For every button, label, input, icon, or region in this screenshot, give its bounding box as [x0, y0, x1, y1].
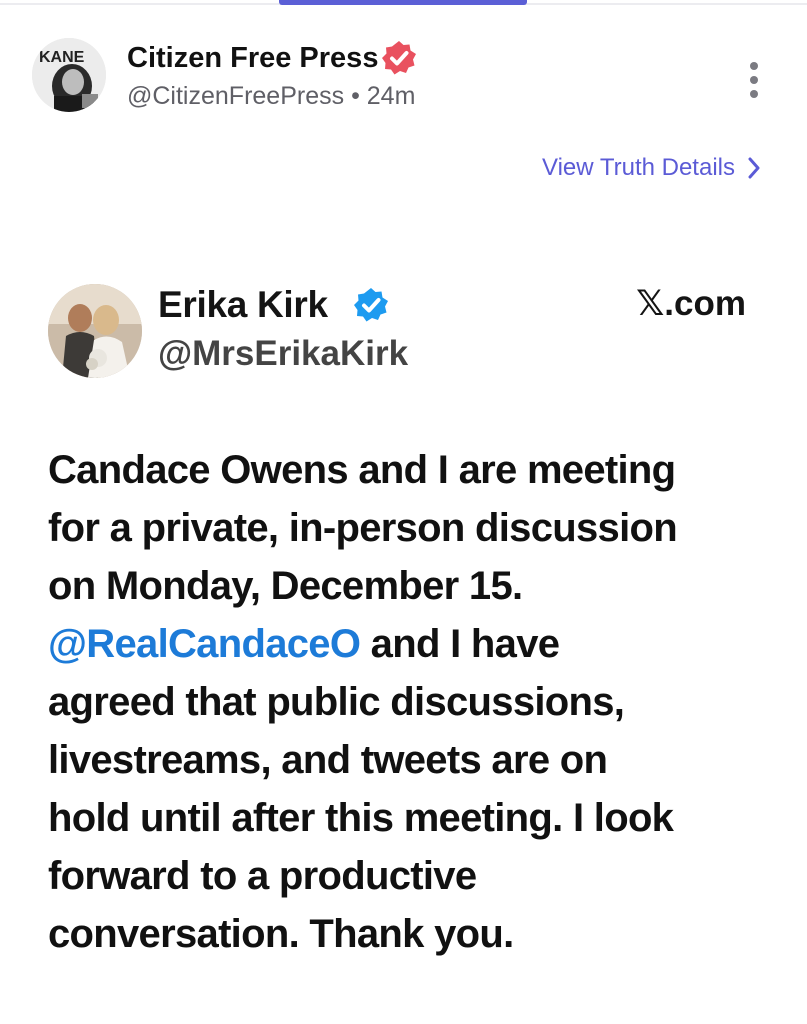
verified-badge-icon	[382, 41, 416, 75]
couple-photo-avatar-icon	[48, 284, 142, 378]
chevron-right-icon	[748, 157, 760, 179]
embed-author-name[interactable]: Erika Kirk	[158, 284, 328, 326]
author-name[interactable]: Citizen Free Press	[127, 42, 378, 75]
text-line: @RealCandaceO and I have	[48, 615, 763, 673]
author-handle[interactable]: @CitizenFreePress	[127, 82, 344, 110]
view-truth-details-link[interactable]: View Truth Details	[542, 154, 761, 182]
svg-text:KANE: KANE	[39, 49, 85, 66]
text-line: agreed that public discussions,	[48, 680, 625, 724]
details-link-label: View Truth Details	[542, 154, 735, 181]
text-line: livestreams, and tweets are on	[48, 738, 608, 782]
text-line: forward to a productive	[48, 854, 477, 898]
embed-author-avatar[interactable]	[48, 284, 142, 378]
post-time: 24m	[366, 82, 416, 110]
embed-author-handle[interactable]: @MrsErikaKirk	[158, 334, 408, 374]
text-line: Candace Owens and I are meeting	[48, 448, 676, 492]
author-avatar[interactable]: KANE	[32, 38, 106, 112]
more-vertical-icon	[750, 62, 758, 70]
text-line: for a private, in-person discussion	[48, 506, 678, 550]
meta-separator: •	[351, 82, 360, 110]
mention-link[interactable]: @RealCandaceO	[48, 622, 361, 666]
more-dot	[750, 76, 758, 84]
more-dot	[750, 90, 758, 98]
more-options-button[interactable]	[740, 60, 768, 100]
kane-avatar-icon: KANE	[32, 38, 106, 112]
author-meta: @CitizenFreePress • 24m	[127, 82, 415, 111]
text-span: and I have	[360, 622, 560, 666]
active-tab-indicator	[279, 0, 527, 5]
text-line: conversation. Thank you.	[48, 912, 514, 956]
source-domain[interactable]: 𝕏.com	[636, 284, 746, 324]
verified-check-icon	[354, 288, 388, 322]
text-line: hold until after this meeting. I look	[48, 796, 674, 840]
embed-post-text: Candace Owens and I are meeting for a pr…	[48, 441, 763, 963]
post-header: KANE Citizen Free Press @CitizenFreePres…	[32, 38, 772, 118]
text-line: on Monday, December 15.	[48, 564, 523, 608]
